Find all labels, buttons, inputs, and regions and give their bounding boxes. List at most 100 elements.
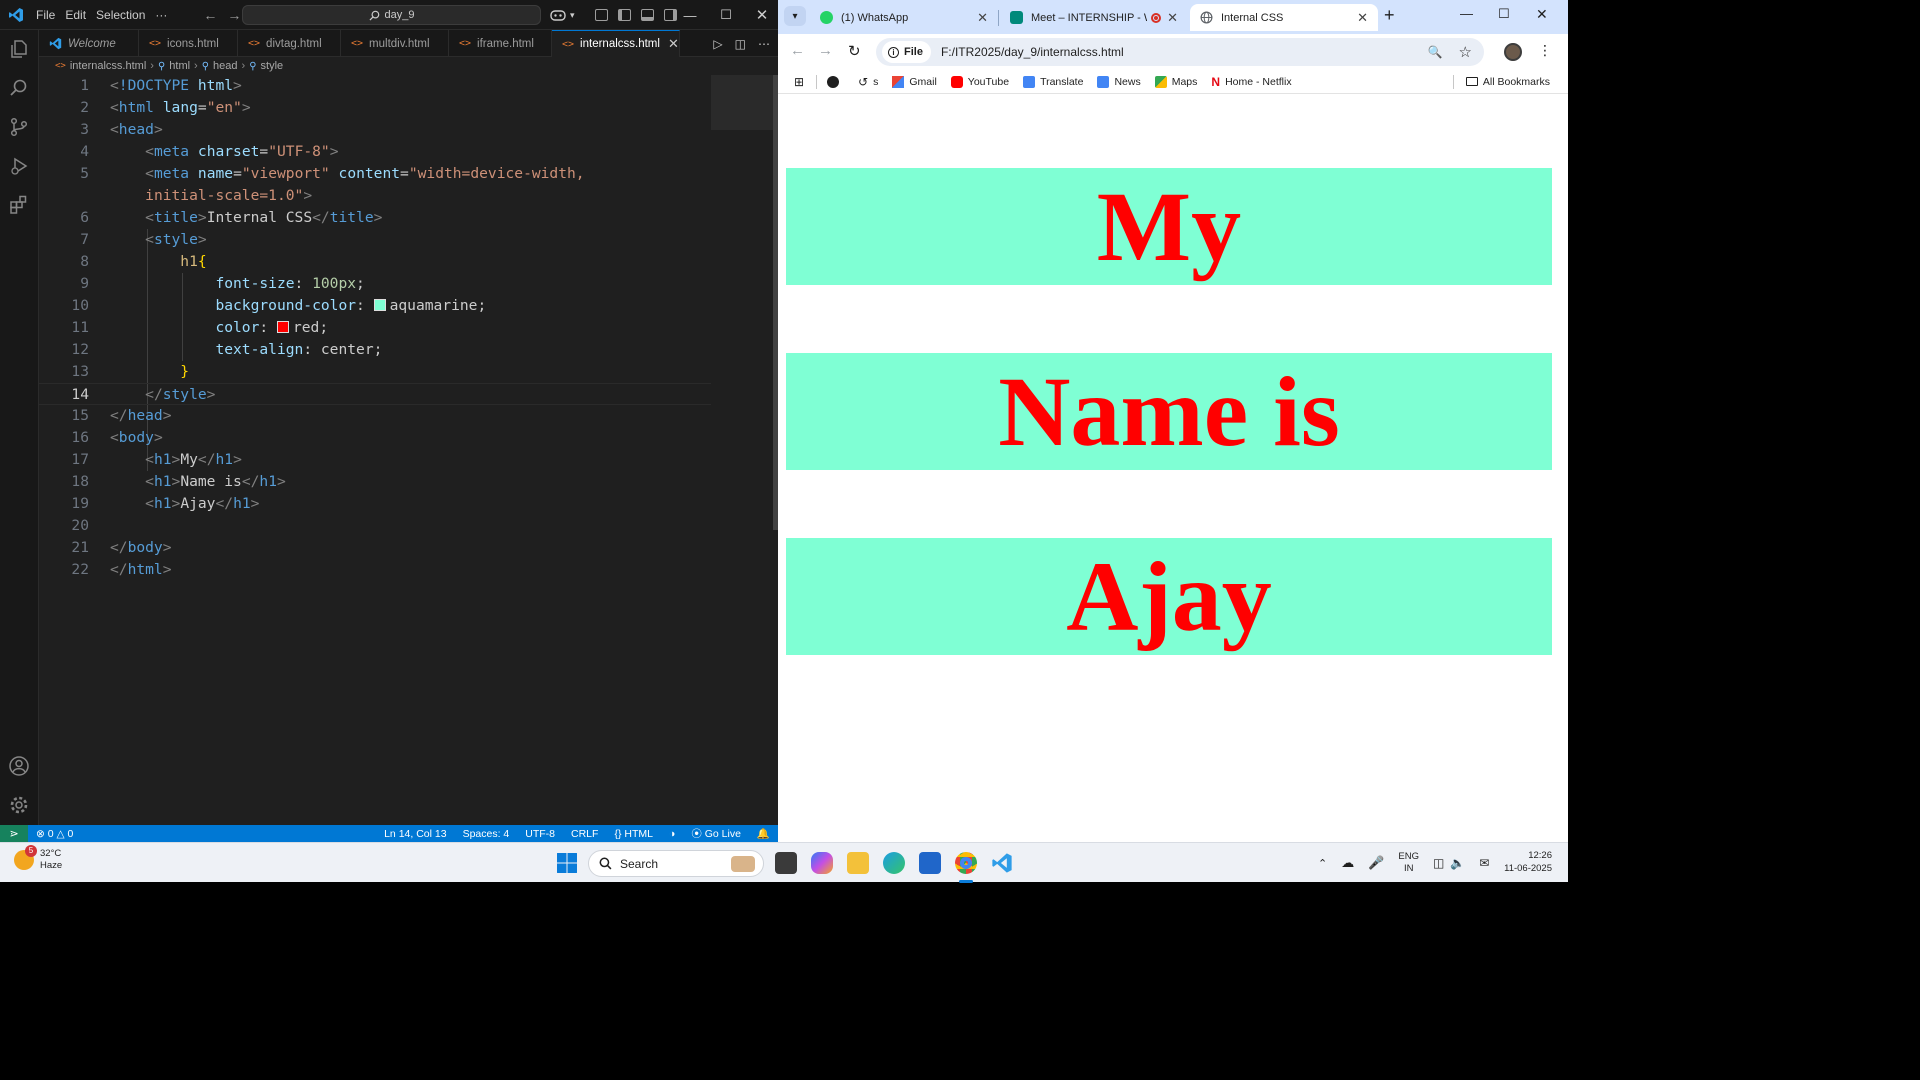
bookmark-translate[interactable]: Translate [1023,75,1083,88]
bookmark-globe[interactable] [827,75,844,88]
close-tab-icon[interactable]: ✕ [668,36,679,52]
minimize-icon[interactable]: — [672,0,708,30]
close-icon[interactable]: ✕ [1536,6,1548,23]
breadcrumb-file[interactable]: internalcss.html [70,60,146,72]
customize-layout-icon[interactable] [594,9,608,21]
bookmark-netflix[interactable]: N Home - Netflix [1211,75,1291,89]
close-tab-icon[interactable]: ✕ [977,10,988,26]
cursor-position[interactable]: Ln 14, Col 13 [384,828,446,840]
new-tab-plus-icon[interactable]: + [1384,5,1395,26]
toggle-panel-icon[interactable] [640,9,654,21]
run-debug-icon[interactable] [8,155,30,177]
breadcrumb-head[interactable]: head [213,60,237,72]
profile-avatar[interactable] [1504,43,1522,61]
tab-iframe-html[interactable]: <> iframe.html [449,30,552,57]
chrome-tab-whatsapp[interactable]: (1) WhatsApp ✕ [810,4,998,31]
chrome-tab-meet[interactable]: Meet – INTERNSHIP - WEB ✕ [1000,4,1188,31]
problems-indicator[interactable]: ⊗ 0 △ 0 [36,828,73,840]
bookmark-history[interactable]: ↺ s [858,75,878,89]
tab-icons-html[interactable]: <> icons.html [139,30,238,57]
task-view-icon[interactable] [775,852,797,874]
vscode-icon[interactable] [991,852,1013,874]
apps-grid-icon[interactable]: ⊞ [794,75,804,89]
microphone-icon[interactable]: 🎤 [1368,855,1384,871]
volume-icon[interactable]: 🔈 [1450,856,1465,870]
url-text[interactable]: F:/ITR2025/day_9/internalcss.html [941,45,1124,59]
settings-gear-icon[interactable] [8,794,30,816]
chrome-menu-icon[interactable]: ⋮ [1538,42,1552,59]
bookmark-youtube[interactable]: YouTube [950,75,1009,88]
minimize-icon[interactable]: — [1460,6,1473,21]
bookmark-maps[interactable]: Maps [1154,75,1197,88]
copilot-icon[interactable] [811,852,833,874]
chrome-icon[interactable] [955,852,977,874]
forward-arrow-icon[interactable]: → [227,7,241,23]
notifications-icon[interactable]: ✉ [1479,856,1489,870]
weather-widget[interactable]: 5 32°C Haze [14,845,62,872]
copilot-icon[interactable] [550,9,566,22]
split-editor-icon[interactable]: ◫ [735,37,746,51]
code-line: 22 </html> [39,559,711,581]
close-tab-icon[interactable]: ✕ [1357,10,1368,26]
menu-selection[interactable]: Selection [94,8,153,22]
menu-more[interactable]: ··· [153,8,175,22]
run-icon[interactable]: ▷ [713,37,722,51]
system-clock[interactable]: 12:26 11-06-2025 [1500,849,1552,875]
account-icon[interactable] [8,755,30,777]
address-bar[interactable]: i File F:/ITR2025/day_9/internalcss.html … [876,38,1484,66]
reload-icon[interactable]: ↻ [848,42,861,60]
network-icon[interactable]: ◫ [1433,856,1444,870]
source-control-icon[interactable] [8,116,30,138]
language-indicator[interactable]: ENG IN [1398,851,1419,875]
explorer-icon[interactable] [8,38,30,60]
windows-start-icon[interactable] [556,852,578,874]
encoding[interactable]: UTF-8 [525,828,555,840]
go-live-button[interactable]: ⦿ Go Live [691,826,741,841]
forward-arrow-icon[interactable]: → [818,42,833,59]
menu-edit[interactable]: Edit [63,8,94,22]
color-swatch[interactable] [373,299,386,311]
language-mode[interactable]: {} HTML [614,828,653,840]
more-actions-icon[interactable]: ⋯ [758,37,770,51]
back-arrow-icon[interactable]: ← [203,7,217,23]
taskbar-search[interactable]: Search [588,850,764,877]
maximize-icon[interactable]: ☐ [1498,6,1510,22]
file-explorer-icon[interactable] [847,852,869,874]
tab-search-chevron-icon[interactable]: ▾ [784,6,806,26]
chrome-tab-internal-css[interactable]: Internal CSS ✕ [1190,4,1378,31]
indentation[interactable]: Spaces: 4 [463,828,510,840]
tab-multdiv-html[interactable]: <> multdiv.html [341,30,449,57]
remote-indicator-icon[interactable]: ⋗ [0,825,28,842]
close-tab-icon[interactable]: ✕ [1167,10,1178,26]
code-editor[interactable]: 1 <!DOCTYPE html> 2 <html lang="en"> 3 <hea… [39,75,778,825]
line-ending[interactable]: CRLF [571,828,598,840]
chevron-down-icon[interactable]: ▾ [570,10,575,21]
minimap[interactable] [711,75,773,130]
all-bookmarks[interactable]: All Bookmarks [1465,76,1550,88]
bookmark-gmail[interactable]: Gmail [892,75,937,88]
notifications-bell-icon[interactable]: 🔔 [757,827,770,840]
toggle-sidebar-icon[interactable] [617,9,631,21]
zoom-icon[interactable]: 🔍 [1428,45,1443,59]
back-arrow-icon[interactable]: ← [790,42,805,59]
site-info-chip[interactable]: i File [882,41,931,63]
color-swatch[interactable] [276,321,289,333]
breadcrumb-html[interactable]: html [169,60,190,72]
extensions-icon[interactable] [8,194,30,216]
close-icon[interactable]: ✕ [744,0,780,30]
maximize-icon[interactable]: ☐ [708,0,744,30]
microsoft-store-icon[interactable] [919,852,941,874]
tab-welcome[interactable]: Welcome [39,30,139,57]
edge-icon[interactable] [883,852,905,874]
tab-internalcss-html[interactable]: <> internalcss.html ✕ [552,30,680,57]
search-icon[interactable] [8,77,30,99]
menu-file[interactable]: File [34,8,63,22]
command-center[interactable]: day_9 [242,5,541,25]
bookmark-news[interactable]: News [1097,75,1141,88]
chevron-up-icon[interactable]: ⌃ [1318,857,1327,870]
breadcrumb-style[interactable]: style [261,60,284,72]
onedrive-cloud-icon[interactable]: ☁ [1341,855,1354,871]
bookmark-star-icon[interactable]: ☆ [1459,43,1472,61]
tab-divtag-html[interactable]: <> divtag.html [238,30,341,57]
copilot-status-icon[interactable]: ◑ [669,828,675,840]
